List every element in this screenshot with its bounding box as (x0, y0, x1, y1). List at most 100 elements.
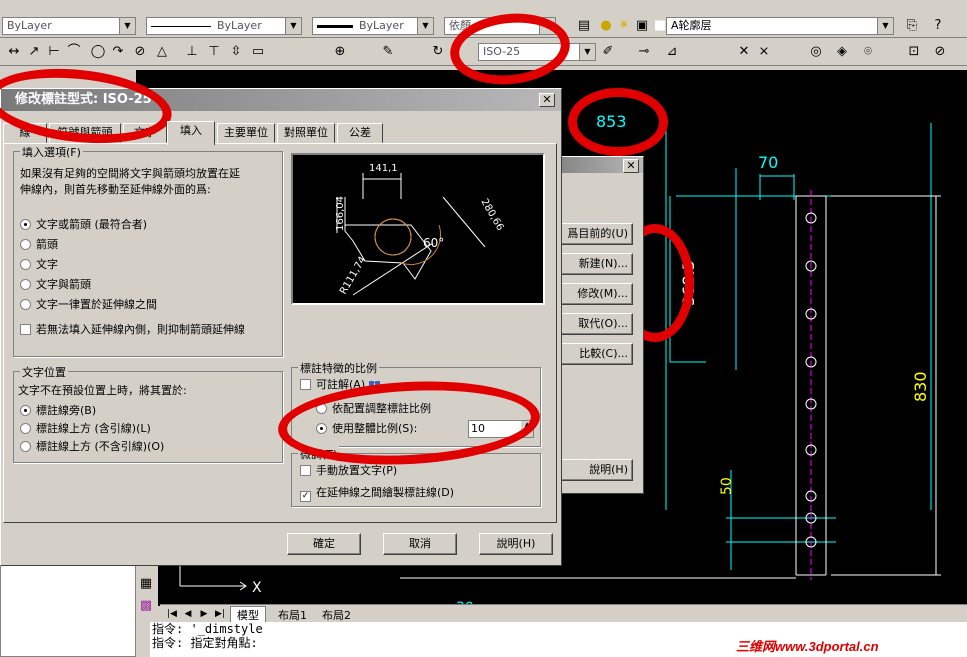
dim-830-text: 830 (911, 371, 930, 402)
chevron-down-icon: ▼ (119, 18, 135, 34)
fit-option-both-label: 文字與箭頭 (36, 278, 91, 291)
radio-selected[interactable] (20, 405, 31, 416)
layer-prev-icon[interactable]: ⎘ (904, 18, 920, 34)
text-pos-over-noleader[interactable]: 標註線上方 (不含引線)(O) (20, 440, 164, 454)
snap-intersect-icon[interactable]: ✕ (736, 44, 752, 60)
dim-diameter-icon[interactable]: ⊘ (132, 44, 148, 60)
new-button[interactable]: 新建(N)... (555, 253, 633, 275)
snap-endpoint-icon[interactable]: ⊸ (636, 44, 652, 60)
color-value: ByLayer (7, 19, 52, 32)
dim-50-text: 50 (719, 477, 735, 495)
checkbox[interactable] (300, 379, 311, 390)
red-circle-853 (568, 88, 668, 156)
close-icon[interactable]: ✕ (623, 159, 639, 173)
fit-option-both[interactable]: 文字與箭頭 (20, 278, 91, 292)
snap-tangent-icon[interactable]: ⌾ (860, 44, 876, 60)
layer-value: A轮廓层 (671, 19, 712, 32)
radio-selected[interactable] (20, 219, 31, 230)
tab-primary-units[interactable]: 主要單位 (217, 123, 275, 143)
manual-text-label: 手動放置文字(P) (316, 464, 398, 477)
linetype-combo[interactable]: ByLayer ▼ (146, 17, 302, 35)
preview-pane: 141,1 166,04 280,66 60° R111,74 (291, 153, 545, 305)
layout-tabbar: |◀ ◀ ▶ ▶| 模型 布局1 布局2 (160, 604, 967, 624)
tab-first-icon[interactable]: |◀ (164, 606, 180, 622)
manager-help-button[interactable]: 說明(H) (555, 459, 633, 481)
checkbox-checked[interactable]: ✓ (300, 491, 311, 502)
close-icon[interactable]: ✕ (539, 93, 555, 107)
side-palette (0, 560, 136, 657)
tab-layout1[interactable]: 布局1 (272, 607, 313, 623)
radio[interactable] (20, 441, 31, 452)
radio[interactable] (20, 279, 31, 290)
suppress-arrows-check[interactable]: 若無法填入延伸線內側，則抑制箭頭延伸線 (20, 322, 246, 337)
radio[interactable] (20, 299, 31, 310)
draw-dimline-check[interactable]: ✓ 在延伸線之間繪製標註線(D) (300, 486, 454, 502)
ok-button[interactable]: 確定 (287, 533, 361, 555)
color-combo[interactable]: ByLayer ▼ (2, 17, 136, 35)
dim-edit-icon[interactable]: ✎ (380, 44, 396, 60)
fit-option-always[interactable]: 文字一律置於延伸線之間 (20, 298, 157, 312)
snap-node-icon[interactable]: ⊡ (906, 44, 922, 60)
bulb-icon[interactable]: ● (598, 18, 614, 34)
help-icon[interactable]: ? (930, 18, 946, 34)
dim-ordinate-icon[interactable]: ⊢ (46, 44, 62, 60)
center-mark-icon[interactable]: ⊕ (332, 44, 348, 60)
tab-layout2[interactable]: 布局2 (316, 607, 357, 623)
text-placement-label: 文字位置 (20, 364, 68, 380)
text-pos-over-leader[interactable]: 標註線上方 (含引線)(L) (20, 422, 151, 436)
manual-text-check[interactable]: 手動放置文字(P) (300, 464, 397, 478)
tab-alt-units[interactable]: 對照單位 (277, 123, 335, 143)
dimstyle-manager-icon[interactable]: ✐ (600, 44, 616, 60)
snap-apparent-icon[interactable]: ⨯ (756, 44, 772, 60)
dim-space-icon[interactable]: ⇳ (228, 44, 244, 60)
tab-fit[interactable]: 填入 (167, 121, 215, 145)
tab-prev-icon[interactable]: ◀ (180, 606, 196, 622)
tab-last-icon[interactable]: ▶| (212, 606, 228, 622)
radio[interactable] (20, 423, 31, 434)
tab-tolerances[interactable]: 公差 (337, 123, 383, 143)
snap-center-icon[interactable]: ◎ (808, 44, 824, 60)
modify-button[interactable]: 修改(M)... (555, 283, 633, 305)
set-current-button[interactable]: 爲目前的(U) (555, 223, 633, 245)
fit-option-text[interactable]: 文字 (20, 258, 58, 272)
snap-midpoint-icon[interactable]: ⊿ (664, 44, 680, 60)
dim-jog-icon[interactable]: ↷ (110, 44, 126, 60)
palette-icon[interactable]: ▩ (138, 598, 154, 614)
text-pos-over-noleader-label: 標註線上方 (不含引線)(O) (36, 440, 165, 453)
dim-baseline-icon[interactable]: ⊥ (184, 44, 200, 60)
checkbox[interactable] (20, 324, 31, 335)
override-button[interactable]: 取代(O)... (555, 313, 633, 335)
dim-angular-icon[interactable]: △ (154, 44, 170, 60)
dim-radius-icon[interactable]: ◯ (90, 44, 106, 60)
dim-update-icon[interactable]: ↻ (430, 44, 446, 60)
radio[interactable] (20, 259, 31, 270)
tolerance-icon[interactable]: ▭ (250, 44, 266, 60)
dim-aligned-icon[interactable]: ↗ (26, 44, 42, 60)
fit-option-arrows[interactable]: 箭頭 (20, 238, 58, 252)
fit-description: 如果沒有足夠的空間將文字與箭頭均放置在延伸線內，則首先移動至延伸線外面的爲: (20, 167, 240, 196)
fit-option-best[interactable]: 文字或箭頭 (最符合者) (20, 218, 147, 232)
cancel-button[interactable]: 取消 (383, 533, 457, 555)
properties-icon[interactable]: ▦ (138, 576, 154, 592)
layer-combo[interactable]: A轮廓层 ▼ (666, 17, 894, 35)
sun-icon[interactable]: ☀ (616, 18, 632, 34)
dim-arc-icon[interactable]: ⌒ (66, 44, 82, 60)
dim-continue-icon[interactable]: ⊤ (206, 44, 222, 60)
lock-icon[interactable]: ▣ (634, 18, 650, 34)
radio[interactable] (20, 239, 31, 250)
fit-option-best-label: 文字或箭頭 (最符合者) (36, 218, 148, 231)
tab-next-icon[interactable]: ▶ (196, 606, 212, 622)
snap-quadrant-icon[interactable]: ◈ (834, 44, 850, 60)
text-pos-beside[interactable]: 標註線旁(B) (20, 404, 96, 418)
layers-icon[interactable]: ▤ (576, 18, 592, 34)
lineweight-combo[interactable]: ByLayer ▼ (312, 17, 434, 35)
compare-button[interactable]: 比較(C)... (555, 343, 633, 365)
snap-none-icon[interactable]: ⊘ (932, 44, 948, 60)
linetype-value: ByLayer (217, 19, 262, 32)
checkbox[interactable] (300, 465, 311, 476)
text-pos-beside-label: 標註線旁(B) (36, 404, 97, 417)
text-placement-group: 文字位置 文字不在預設位置上時，將其置於: 標註線旁(B) 標註線上方 (含引線… (13, 364, 283, 463)
preview-svg: 141,1 166,04 280,66 60° R111,74 (335, 163, 505, 297)
dim-linear-icon[interactable]: ↔ (6, 44, 22, 60)
help-button[interactable]: 說明(H) (479, 533, 553, 555)
